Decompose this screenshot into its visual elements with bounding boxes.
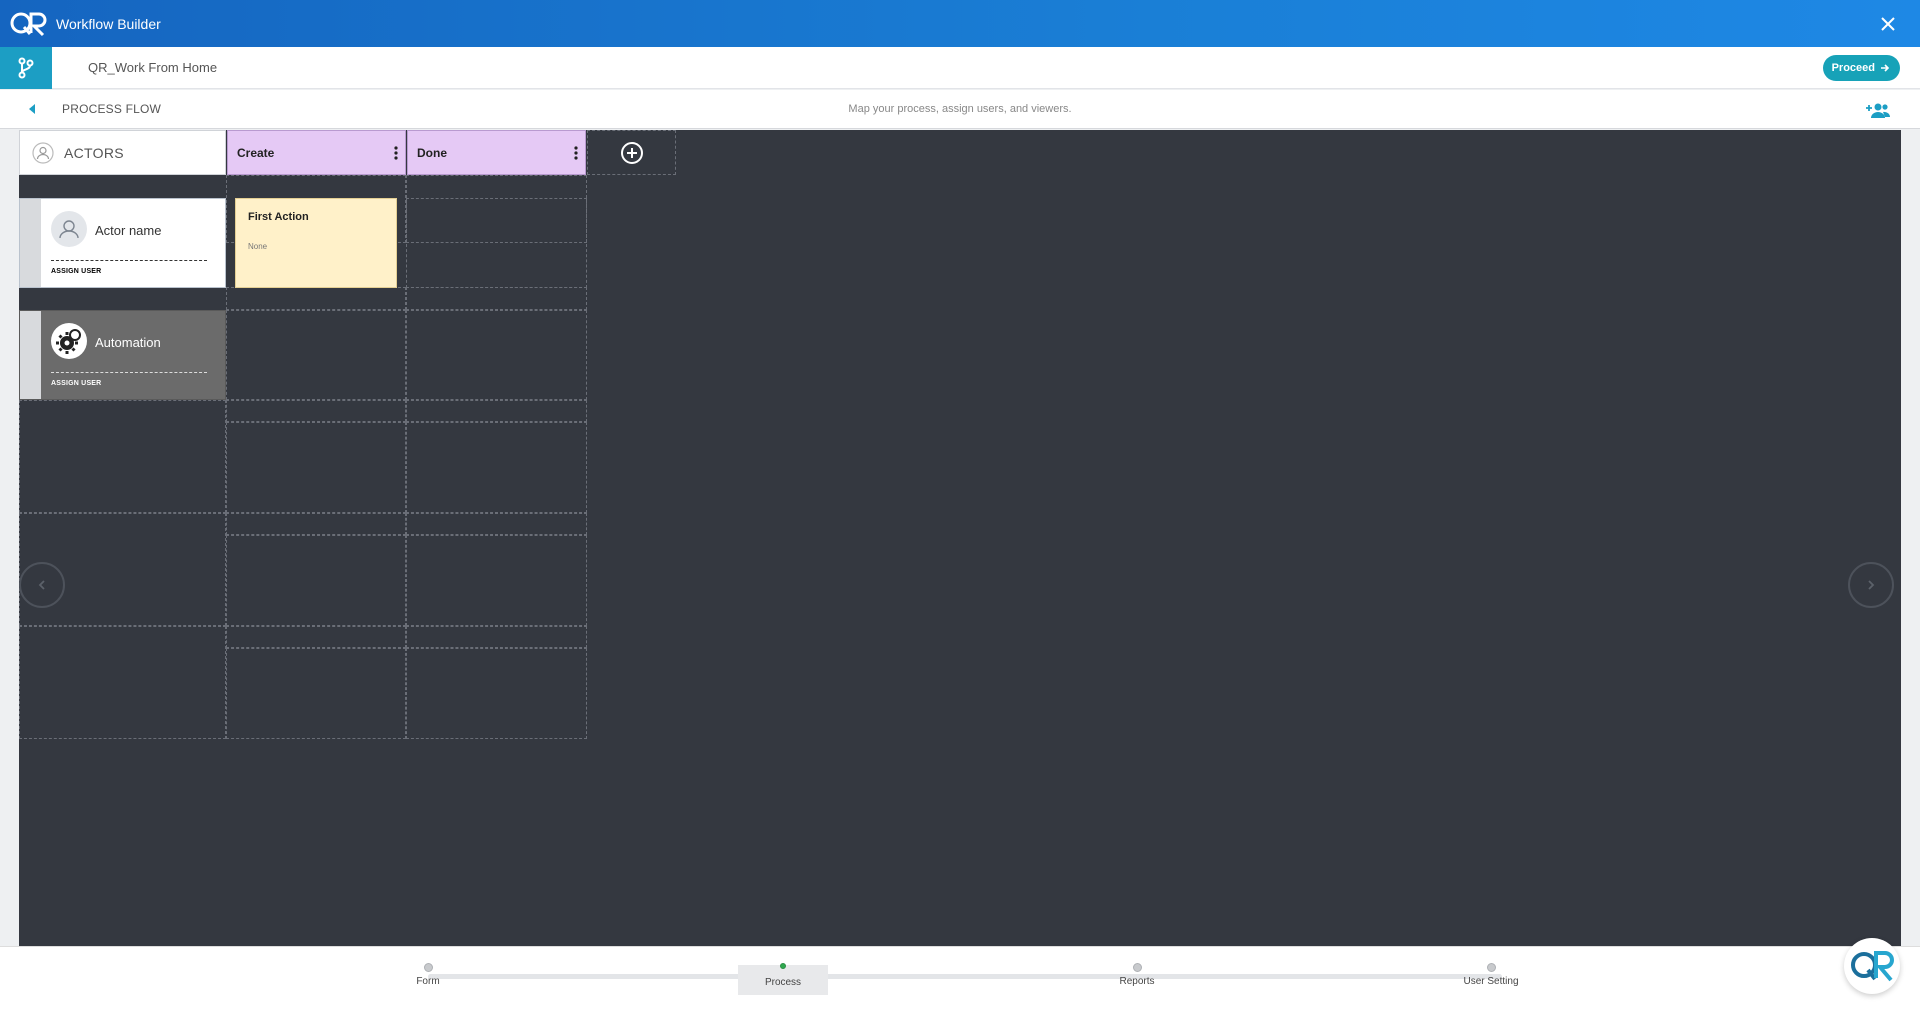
grid-cell[interactable] xyxy=(226,535,406,626)
actor-card[interactable]: Automation ASSIGN USER xyxy=(19,310,226,400)
grid-cell[interactable] xyxy=(226,648,406,739)
step-process[interactable]: Process xyxy=(738,963,828,995)
actors-header: ACTORS xyxy=(19,130,226,175)
grid-cell[interactable] xyxy=(226,422,406,513)
qr-logo-icon xyxy=(8,4,48,44)
grid-cell[interactable] xyxy=(19,626,226,739)
add-column-button[interactable] xyxy=(587,130,676,175)
add-users-icon[interactable] xyxy=(1866,101,1891,119)
grid-cell[interactable] xyxy=(406,513,587,535)
qr-assistant-button[interactable] xyxy=(1844,938,1900,994)
step-dot xyxy=(1486,963,1496,972)
chevron-right-icon xyxy=(1868,580,1875,590)
column-label[interactable]: Create xyxy=(237,146,274,160)
grid-cell[interactable] xyxy=(226,513,406,535)
chevron-left-icon xyxy=(38,580,45,590)
arrow-right-icon xyxy=(1881,64,1890,72)
divider xyxy=(51,260,207,261)
column-label[interactable]: Done xyxy=(417,146,447,160)
more-vertical-icon[interactable] xyxy=(393,145,399,161)
proceed-button[interactable]: Proceed xyxy=(1822,55,1900,81)
actor-name[interactable]: Automation xyxy=(95,335,161,350)
grid-cell[interactable] xyxy=(226,626,406,648)
scroll-left-button[interactable] xyxy=(19,562,65,608)
action-description: None xyxy=(248,242,268,251)
workflow-header: QR_Work From Home Proceed xyxy=(0,46,1920,89)
stepper-track xyxy=(428,974,1502,979)
grid-cell[interactable] xyxy=(226,287,406,310)
step-dot-active xyxy=(780,963,786,969)
grid-cell[interactable] xyxy=(406,310,587,400)
step-label: Reports xyxy=(1119,976,1155,987)
title-bar: Workflow Builder xyxy=(0,0,1920,47)
actor-name[interactable]: Actor name xyxy=(95,223,161,238)
app-title: Workflow Builder xyxy=(56,15,161,32)
process-flow-title: PROCESS FLOW xyxy=(62,102,162,116)
grid-cell[interactable] xyxy=(406,287,587,310)
process-canvas[interactable]: ACTORS Create Done Actor name ASSIGN USE… xyxy=(19,130,1901,946)
actor-drag-handle[interactable] xyxy=(20,199,41,287)
grid-cell[interactable] xyxy=(406,535,587,626)
grid-cell[interactable] xyxy=(19,400,226,513)
step-label: Form xyxy=(416,976,440,987)
process-flow-hint: Map your process, assign users, and view… xyxy=(848,103,1072,115)
grid-cell[interactable] xyxy=(406,422,587,513)
qr-logo-icon xyxy=(1851,951,1894,982)
scroll-right-button[interactable] xyxy=(1848,562,1894,608)
actor-drag-handle[interactable] xyxy=(20,311,41,399)
column-header-create[interactable]: Create xyxy=(227,130,406,175)
branch-icon[interactable] xyxy=(0,46,52,89)
step-reports[interactable]: Reports xyxy=(1092,963,1182,987)
actor-card[interactable]: Actor name ASSIGN USER xyxy=(19,198,226,288)
grid-cell[interactable] xyxy=(226,400,406,422)
step-label: Process xyxy=(764,977,802,988)
action-card[interactable]: First Action None xyxy=(235,198,397,288)
assign-user-link[interactable]: ASSIGN USER xyxy=(51,268,101,275)
step-dot xyxy=(1132,963,1142,972)
step-form[interactable]: Form xyxy=(383,963,473,987)
step-label: User Setting xyxy=(1463,976,1519,987)
more-vertical-icon[interactable] xyxy=(573,145,579,161)
workflow-name[interactable]: QR_Work From Home xyxy=(88,60,217,75)
grid-cell[interactable] xyxy=(226,310,406,400)
plus-circle-icon xyxy=(620,141,643,164)
actor-circle-icon xyxy=(32,141,54,164)
workflow-stepper: Form Process Reports User Setting xyxy=(0,946,1920,1011)
close-icon[interactable] xyxy=(1876,12,1900,36)
process-flow-bar: PROCESS FLOW Map your process, assign us… xyxy=(0,90,1920,129)
grid-cell[interactable] xyxy=(406,400,587,422)
grid-cell[interactable] xyxy=(406,648,587,739)
back-triangle-icon[interactable] xyxy=(26,102,38,116)
step-user-setting[interactable]: User Setting xyxy=(1446,963,1536,987)
proceed-label: Proceed xyxy=(1831,62,1875,74)
action-title: First Action xyxy=(248,211,309,223)
step-dot xyxy=(423,963,433,972)
divider xyxy=(51,372,207,373)
grid-cell[interactable] xyxy=(406,198,587,288)
automation-gear-icon xyxy=(51,323,87,359)
column-header-done[interactable]: Done xyxy=(407,130,586,175)
actors-label: ACTORS xyxy=(64,144,124,161)
grid-cell[interactable] xyxy=(406,626,587,648)
assign-user-link[interactable]: ASSIGN USER xyxy=(51,380,101,387)
user-avatar-icon xyxy=(51,211,87,247)
